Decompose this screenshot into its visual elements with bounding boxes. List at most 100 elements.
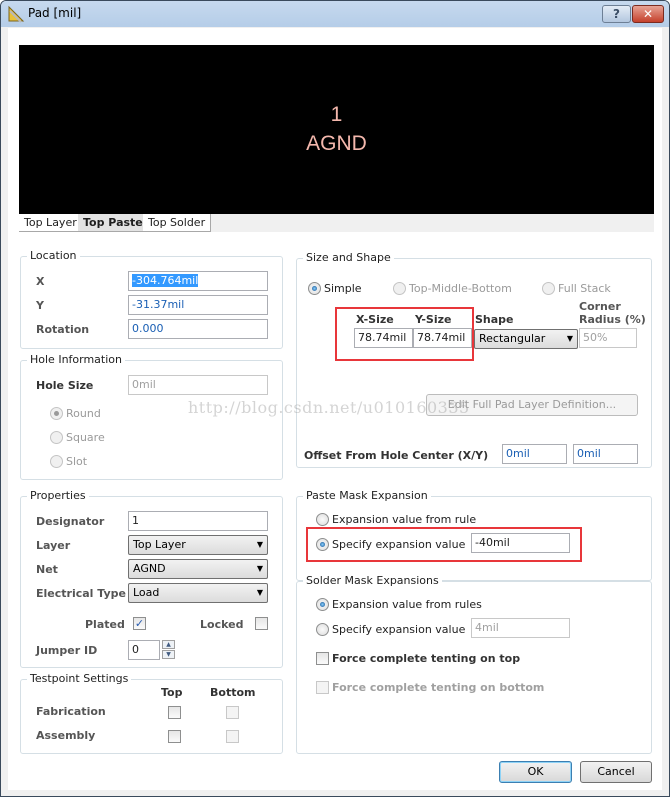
corner-label-2: Radius (%) <box>579 313 646 326</box>
hole-size-input[interactable]: 0mil <box>128 375 268 395</box>
top-middle-bottom-label: Top-Middle-Bottom <box>409 282 512 295</box>
tent-top-checkbox[interactable] <box>316 652 329 665</box>
spin-down-icon[interactable]: ▼ <box>162 650 175 659</box>
offset-x-input[interactable]: 0mil <box>502 444 567 464</box>
solder-expansion-input[interactable]: 4mil <box>471 618 570 638</box>
rotation-input[interactable]: 0.000 <box>128 319 268 339</box>
edit-full-pad-button[interactable]: Edit Full Pad Layer Definition... <box>426 394 638 416</box>
full-stack-label: Full Stack <box>558 282 611 295</box>
location-title: Location <box>27 249 80 262</box>
designator-input[interactable]: 1 <box>128 511 268 531</box>
y-label: Y <box>36 299 44 312</box>
jumper-id-spinner[interactable]: ▲ ▼ <box>162 640 175 660</box>
pad-dialog: Pad [mil] ? ✕ 1 AGND Top Layer Top Paste… <box>0 0 670 797</box>
help-button[interactable]: ? <box>602 5 631 23</box>
preview-designator: 1 <box>330 103 343 126</box>
simple-label: Simple <box>324 282 362 295</box>
size-shape-group: Size and Shape Simple Top-Middle-Bottom … <box>296 251 652 468</box>
rotation-label: Rotation <box>36 323 90 336</box>
location-group: Location X -304.764mil Y -31.37mil Rotat… <box>20 249 283 349</box>
dialog-body: 1 AGND Top Layer Top Paste Top Solder Lo… <box>8 28 662 790</box>
spin-up-icon[interactable]: ▲ <box>162 640 175 649</box>
fabrication-label: Fabrication <box>36 705 106 718</box>
bottom-column-label: Bottom <box>210 686 256 699</box>
size-highlight-box <box>335 307 474 361</box>
y-input[interactable]: -31.37mil <box>128 295 268 315</box>
paste-from-rule-label: Expansion value from rule <box>332 513 477 526</box>
x-input[interactable]: -304.764mil <box>128 271 268 291</box>
shape-select[interactable]: Rectangular ▼ <box>474 329 578 349</box>
assembly-bottom-checkbox[interactable] <box>226 730 239 743</box>
layer-label: Layer <box>36 539 71 552</box>
radio-full-stack[interactable] <box>542 282 555 295</box>
radio-square[interactable] <box>50 431 63 444</box>
designator-label: Designator <box>36 515 105 528</box>
chevron-down-icon: ▼ <box>256 540 263 549</box>
properties-group: Properties Designator 1 Layer Top Layer ▼… <box>20 489 283 668</box>
net-value: AGND <box>133 562 166 575</box>
solder-radio-from-rules[interactable] <box>316 598 329 611</box>
tab-top-layer[interactable]: Top Layer <box>19 214 83 232</box>
layer-select[interactable]: Top Layer ▼ <box>128 535 268 555</box>
paste-highlight-box <box>306 527 582 562</box>
properties-title: Properties <box>27 489 89 502</box>
net-label: Net <box>36 563 58 576</box>
hole-information-title: Hole Information <box>27 353 125 366</box>
fabrication-top-checkbox[interactable] <box>168 706 181 719</box>
close-button[interactable]: ✕ <box>632 5 664 23</box>
pad-tool-icon <box>8 5 25 23</box>
solder-specify-label: Specify expansion value <box>332 623 466 636</box>
locked-label: Locked <box>200 618 244 631</box>
electrical-type-value: Load <box>133 586 160 599</box>
top-column-label: Top <box>161 686 183 699</box>
assembly-top-checkbox[interactable] <box>168 730 181 743</box>
tent-top-label: Force complete tenting on top <box>332 652 521 665</box>
tab-top-solder[interactable]: Top Solder <box>143 214 212 232</box>
hole-information-group: Hole Information Hole Size 0mil Round Sq… <box>20 353 283 480</box>
solder-mask-group: Solder Mask Expansions Expansion value f… <box>296 574 652 754</box>
plated-label: Plated <box>85 618 125 631</box>
square-label: Square <box>66 431 105 444</box>
paste-mask-title: Paste Mask Expansion <box>303 489 431 502</box>
corner-label-1: Corner <box>579 300 621 313</box>
paste-radio-from-rule[interactable] <box>316 513 329 526</box>
offset-label: Offset From Hole Center (X/Y) <box>304 449 489 462</box>
layer-value: Top Layer <box>133 538 186 551</box>
size-shape-title: Size and Shape <box>303 251 394 264</box>
solder-radio-specify[interactable] <box>316 623 329 636</box>
title-bar[interactable]: Pad [mil] ? ✕ <box>1 1 669 27</box>
assembly-label: Assembly <box>36 729 96 742</box>
shape-label: Shape <box>475 313 514 326</box>
chevron-down-icon: ▼ <box>566 334 573 343</box>
electrical-type-select[interactable]: Load ▼ <box>128 583 268 603</box>
jumper-id-input[interactable]: 0 <box>128 640 160 660</box>
corner-radius-input[interactable]: 50% <box>579 328 637 348</box>
round-label: Round <box>66 407 101 420</box>
solder-mask-title: Solder Mask Expansions <box>303 574 442 587</box>
radio-round[interactable] <box>50 407 63 420</box>
electrical-type-label: Electrical Type <box>36 587 126 600</box>
tent-bottom-checkbox[interactable] <box>316 681 329 694</box>
testpoint-group: Testpoint Settings Top Bottom Fabricatio… <box>20 672 283 754</box>
window-title: Pad [mil] <box>28 6 82 20</box>
chevron-down-icon: ▼ <box>256 588 263 597</box>
hole-size-label: Hole Size <box>36 379 94 392</box>
cancel-button[interactable]: Cancel <box>580 761 652 783</box>
ok-button[interactable]: OK <box>499 761 572 783</box>
pad-preview: 1 AGND <box>19 45 654 214</box>
tab-top-paste[interactable]: Top Paste <box>78 214 149 232</box>
preview-net: AGND <box>306 132 367 155</box>
fabrication-bottom-checkbox[interactable] <box>226 706 239 719</box>
plated-checkbox[interactable]: ✓ <box>133 617 146 630</box>
chevron-down-icon: ▼ <box>256 564 263 573</box>
radio-simple[interactable] <box>308 282 321 295</box>
solder-from-rules-label: Expansion value from rules <box>332 598 482 611</box>
offset-y-input[interactable]: 0mil <box>573 444 638 464</box>
testpoint-title: Testpoint Settings <box>27 672 132 685</box>
slot-label: Slot <box>66 455 88 468</box>
radio-top-middle-bottom[interactable] <box>393 282 406 295</box>
net-select[interactable]: AGND ▼ <box>128 559 268 579</box>
x-label: X <box>36 275 45 288</box>
locked-checkbox[interactable] <box>255 617 268 630</box>
radio-slot[interactable] <box>50 455 63 468</box>
